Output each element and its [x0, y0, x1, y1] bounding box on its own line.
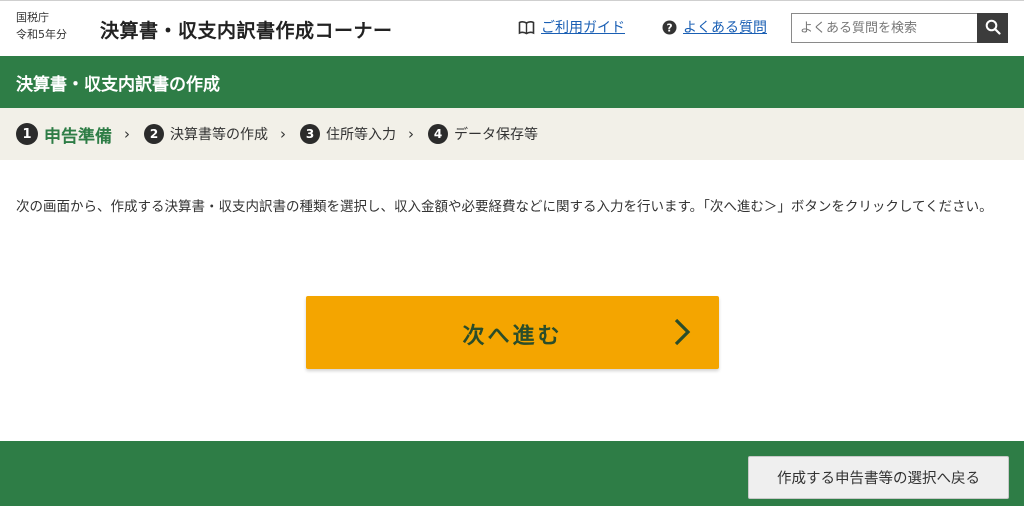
site-title: 決算書・収支内訳書作成コーナー — [100, 20, 393, 42]
search-button[interactable] — [977, 13, 1008, 43]
progress-steps: 1 申告準備 › 2 決算書等の作成 › 3 住所等入力 › 4 データ保存等 — [0, 108, 1024, 160]
step-label: 申告準備 — [44, 126, 112, 147]
step-label: 住所等入力 — [326, 127, 396, 143]
faq-search-input[interactable] — [791, 13, 977, 43]
magnifier-icon — [985, 19, 1001, 38]
chevron-right-icon: › — [124, 125, 130, 143]
step-number: 4 — [428, 124, 448, 144]
question-circle-icon: ? — [662, 20, 677, 35]
step-number: 3 — [300, 124, 320, 144]
page-title: 決算書・収支内訳書の作成 — [16, 75, 220, 95]
next-button-label: 次へ進む — [462, 323, 563, 348]
faq-link[interactable]: ? よくある質問 — [662, 17, 767, 37]
tax-year: 令和5年分 — [16, 28, 67, 41]
step-number: 1 — [16, 123, 38, 145]
chevron-right-icon — [672, 317, 692, 350]
svg-text:?: ? — [666, 22, 672, 34]
step-1-current: 1 申告準備 — [16, 122, 112, 147]
next-button[interactable]: 次へ進む — [306, 296, 719, 369]
guide-link-label: ご利用ガイド — [541, 20, 625, 36]
step-4: 4 データ保存等 — [428, 124, 538, 144]
agency-name: 国税庁 — [16, 11, 49, 24]
top-header: 国税庁 令和5年分 決算書・収支内訳書作成コーナー ご利用ガイド ? よくある質… — [0, 0, 1024, 56]
back-to-selection-button[interactable]: 作成する申告書等の選択へ戻る — [748, 456, 1009, 499]
book-icon — [518, 20, 535, 35]
chevron-right-icon: › — [408, 125, 414, 143]
step-3: 3 住所等入力 — [300, 124, 396, 144]
instruction-text: 次の画面から、作成する決算書・収支内訳書の種類を選択し、収入金額や必要経費などに… — [16, 199, 993, 215]
guide-link[interactable]: ご利用ガイド — [518, 17, 625, 37]
step-label: 決算書等の作成 — [170, 127, 268, 143]
step-number: 2 — [144, 124, 164, 144]
step-label: データ保存等 — [454, 127, 538, 143]
step-2: 2 決算書等の作成 — [144, 124, 268, 144]
chevron-right-icon: › — [280, 125, 286, 143]
agency-block: 国税庁 令和5年分 — [16, 9, 67, 43]
page-title-bar: 決算書・収支内訳書の作成 — [0, 56, 1024, 108]
faq-link-label: よくある質問 — [683, 20, 767, 36]
